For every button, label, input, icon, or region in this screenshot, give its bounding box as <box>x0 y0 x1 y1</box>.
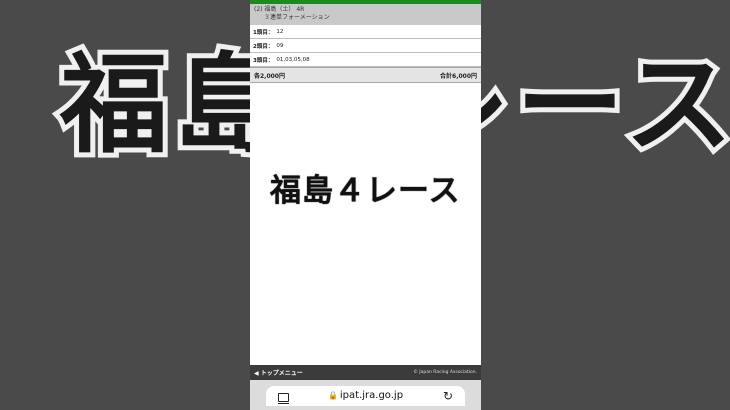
lock-icon: 🔒 <box>327 391 338 400</box>
top-menu-link[interactable]: ◀ トップメニュー <box>254 368 303 377</box>
footer-bar: ◀ トップメニュー © Japan Racing Association. <box>250 365 481 380</box>
content-area: 福島４レース <box>250 83 481 370</box>
selection-value: 12 <box>276 28 284 35</box>
selection-label: 2頭目： <box>253 43 274 50</box>
selection-value: 01,03,05,08 <box>276 56 310 63</box>
selection-label: 1頭目： <box>253 29 274 36</box>
race-header: (2) 福島（土） 4R ３連単フォーメーション <box>250 4 481 25</box>
bet-type: ３連単フォーメーション <box>264 13 330 21</box>
copyright: © Japan Racing Association. <box>413 370 477 375</box>
browser-bar: 🔒 ipat.jra.go.jp ↻ <box>250 380 481 410</box>
total-amount: 合計6,000円 <box>440 72 477 80</box>
selection-value: 09 <box>276 42 284 49</box>
race-title: (2) 福島（土） 4R <box>254 6 305 13</box>
url-text: ipat.jra.go.jp <box>339 390 404 401</box>
totals-row: 各2,000円 合計6,000円 <box>250 67 481 83</box>
url-display[interactable]: 🔒 ipat.jra.go.jp <box>266 390 465 401</box>
selection-row-1: 1頭目： 12 <box>250 25 481 39</box>
selection-label: 3頭目： <box>253 57 274 64</box>
reload-icon[interactable]: ↻ <box>443 389 453 403</box>
phone-screen: (2) 福島（土） 4R ３連単フォーメーション 1頭目： 12 2頭目： 09… <box>250 0 481 410</box>
selection-row-3: 3頭目： 01,03,05,08 <box>250 53 481 67</box>
address-bar[interactable]: 🔒 ipat.jra.go.jp ↻ <box>266 386 465 406</box>
selection-row-2: 2頭目： 09 <box>250 39 481 53</box>
overlay-caption: 福島４レース <box>267 170 462 212</box>
each-amount: 各2,000円 <box>254 72 285 80</box>
